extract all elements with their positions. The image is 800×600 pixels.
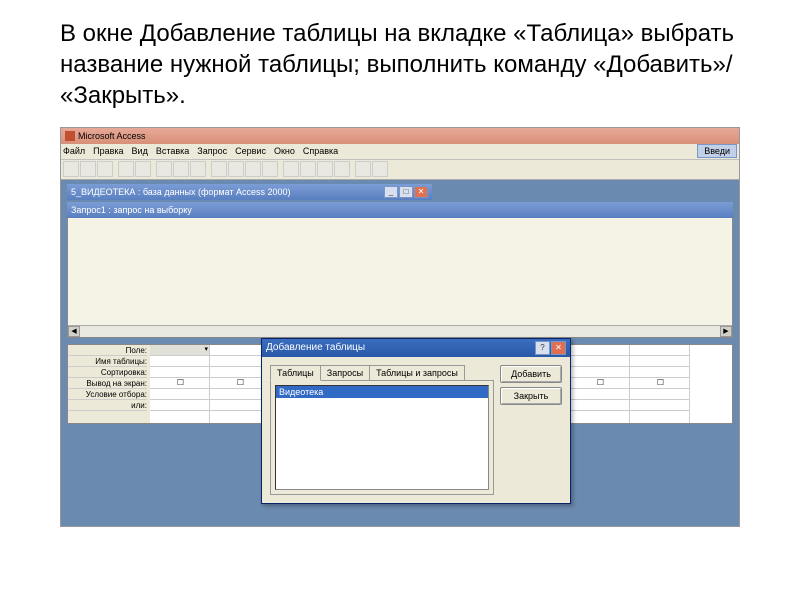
tab-queries[interactable]: Запросы: [320, 365, 370, 380]
grid-row-labels: Поле: Имя таблицы: Сортировка: Вывод на …: [68, 345, 150, 423]
grid-cell[interactable]: [630, 400, 689, 411]
query-tables-pane[interactable]: ◀ ▶: [67, 218, 733, 338]
menu-help[interactable]: Справка: [303, 146, 338, 156]
grid-cell[interactable]: [570, 400, 629, 411]
toolbar-btn[interactable]: [156, 161, 172, 177]
toolbar-btn[interactable]: [317, 161, 333, 177]
grid-cell[interactable]: [570, 389, 629, 400]
grid-cell[interactable]: [570, 367, 629, 378]
menu-insert[interactable]: Вставка: [156, 146, 189, 156]
close-button[interactable]: Закрыть: [500, 387, 562, 405]
horizontal-scrollbar[interactable]: ◀ ▶: [68, 325, 732, 337]
menu-view[interactable]: Вид: [132, 146, 148, 156]
dialog-close-button[interactable]: ✕: [551, 341, 566, 355]
toolbar-btn[interactable]: [97, 161, 113, 177]
toolbar-btn[interactable]: [173, 161, 189, 177]
toolbar-btn[interactable]: [245, 161, 261, 177]
toolbar-btn[interactable]: [63, 161, 79, 177]
toolbar-btn[interactable]: [372, 161, 388, 177]
toolbar-btn[interactable]: [118, 161, 134, 177]
menu-edit[interactable]: Правка: [93, 146, 123, 156]
label-show: Вывод на экран:: [68, 378, 147, 389]
grid-cell[interactable]: [150, 400, 209, 411]
label-or: или:: [68, 400, 147, 411]
query-design-window: Запрос1 : запрос на выборку ◀ ▶: [67, 202, 733, 338]
tab-content: Видеотека: [270, 380, 494, 495]
dialog-buttons: Добавить Закрыть: [500, 365, 562, 495]
scroll-left-icon[interactable]: ◀: [68, 326, 80, 337]
grid-cell[interactable]: [630, 367, 689, 378]
tab-both[interactable]: Таблицы и запросы: [369, 365, 465, 380]
show-checkbox[interactable]: ☐: [630, 378, 689, 389]
maximize-button[interactable]: □: [399, 186, 413, 198]
slide-instruction-text: В окне Добавление таблицы на вкладке «Та…: [0, 0, 800, 122]
close-button[interactable]: ✕: [414, 186, 428, 198]
grid-cell[interactable]: [570, 356, 629, 367]
access-titlebar: Microsoft Access: [61, 128, 739, 144]
tab-panel: Таблицы Запросы Таблицы и запросы Видеот…: [270, 365, 494, 495]
tables-listbox[interactable]: Видеотека: [275, 385, 489, 490]
menubar: Файл Правка Вид Вставка Запрос Сервис Ок…: [61, 144, 739, 160]
label-sort: Сортировка:: [68, 367, 147, 378]
add-button[interactable]: Добавить: [500, 365, 562, 383]
grid-cell[interactable]: [570, 345, 629, 356]
list-item-videoteka[interactable]: Видеотека: [276, 386, 488, 398]
access-title: Microsoft Access: [78, 131, 146, 141]
help-button[interactable]: ?: [535, 341, 550, 355]
access-app-icon: [65, 131, 75, 141]
toolbar-btn[interactable]: [80, 161, 96, 177]
toolbar-btn[interactable]: [135, 161, 151, 177]
grid-cell[interactable]: [630, 356, 689, 367]
toolbar-btn[interactable]: [334, 161, 350, 177]
tab-tables[interactable]: Таблицы: [270, 365, 321, 381]
tab-strip: Таблицы Запросы Таблицы и запросы: [270, 365, 494, 380]
add-table-dialog: Добавление таблицы ? ✕ Таблицы Запросы Т…: [261, 338, 571, 504]
dialog-titlebar[interactable]: Добавление таблицы ? ✕: [262, 339, 570, 357]
grid-cell[interactable]: [630, 389, 689, 400]
db-window-title: 5_ВИДЕОТЕКА : база данных (формат Access…: [71, 187, 291, 197]
menu-file[interactable]: Файл: [63, 146, 85, 156]
label-table: Имя таблицы:: [68, 356, 147, 367]
scroll-right-icon[interactable]: ▶: [720, 326, 732, 337]
database-window: 5_ВИДЕОТЕКА : база данных (формат Access…: [67, 184, 432, 200]
toolbar-btn[interactable]: [211, 161, 227, 177]
grid-column[interactable]: ☐: [150, 345, 210, 423]
show-checkbox[interactable]: ☐: [150, 378, 209, 389]
access-screenshot: Microsoft Access Файл Правка Вид Вставка…: [60, 127, 740, 527]
toolbar-btn[interactable]: [283, 161, 299, 177]
toolbar-btn[interactable]: [228, 161, 244, 177]
show-checkbox[interactable]: ☐: [570, 378, 629, 389]
db-window-titlebar[interactable]: 5_ВИДЕОТЕКА : база данных (формат Access…: [67, 184, 432, 200]
toolbar: [61, 160, 739, 180]
toolbar-btn[interactable]: [190, 161, 206, 177]
toolbar-btn[interactable]: [262, 161, 278, 177]
grid-cell[interactable]: [150, 389, 209, 400]
grid-cell[interactable]: [150, 367, 209, 378]
type-question-box[interactable]: Введи: [697, 144, 737, 158]
dialog-title: Добавление таблицы: [266, 342, 365, 353]
dialog-body: Таблицы Запросы Таблицы и запросы Видеот…: [262, 357, 570, 503]
query-window-title: Запрос1 : запрос на выборку: [71, 205, 192, 215]
toolbar-btn[interactable]: [355, 161, 371, 177]
menu-window[interactable]: Окно: [274, 146, 295, 156]
label-criteria: Условие отбора:: [68, 389, 147, 400]
grid-column[interactable]: ☐: [630, 345, 690, 423]
field-dropdown[interactable]: [150, 345, 209, 356]
minimize-button[interactable]: _: [384, 186, 398, 198]
label-field: Поле:: [68, 345, 147, 356]
grid-cell[interactable]: [630, 345, 689, 356]
grid-column[interactable]: ☐: [570, 345, 630, 423]
toolbar-btn[interactable]: [300, 161, 316, 177]
menu-query[interactable]: Запрос: [197, 146, 227, 156]
menu-tools[interactable]: Сервис: [235, 146, 266, 156]
query-window-titlebar[interactable]: Запрос1 : запрос на выборку: [67, 202, 733, 218]
grid-cell[interactable]: [150, 356, 209, 367]
